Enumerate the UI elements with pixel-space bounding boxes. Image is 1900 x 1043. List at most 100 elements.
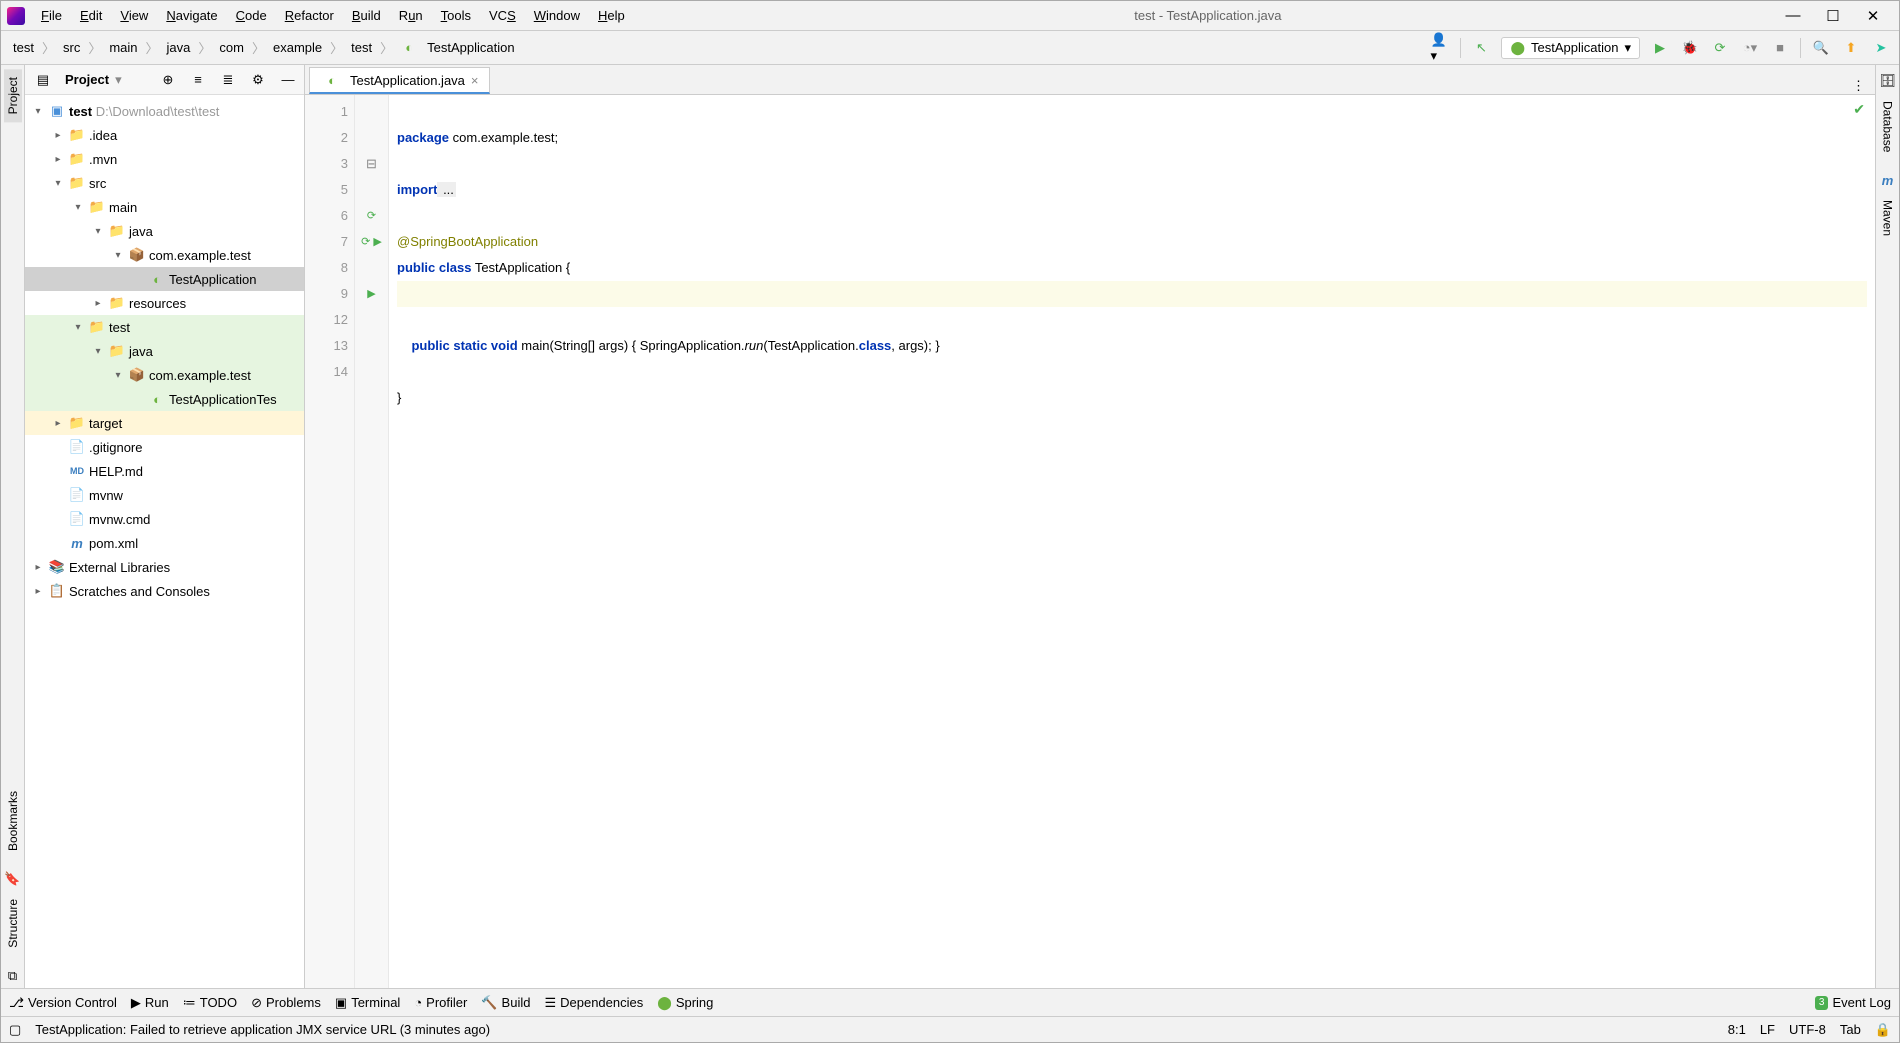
status-caret-pos[interactable]: 8:1 — [1728, 1022, 1746, 1037]
menu-navigate[interactable]: Navigate — [158, 4, 225, 27]
tree-pkg-test[interactable]: ▾📦com.example.test — [25, 363, 304, 387]
search-icon[interactable]: 🔍 — [1811, 38, 1831, 58]
tree-help[interactable]: MDHELP.md — [25, 459, 304, 483]
tree-main-class[interactable]: ◐TestApplication — [25, 267, 304, 291]
tree-scratches[interactable]: ▸📋Scratches and Consoles — [25, 579, 304, 603]
tree-root[interactable]: ▾▣ test D:\Download\test\test — [25, 99, 304, 123]
maximize-button[interactable]: ☐ — [1823, 6, 1843, 26]
maven-icon[interactable]: m — [1880, 172, 1896, 188]
menu-build[interactable]: Build — [344, 4, 389, 27]
tool-version-control[interactable]: ⎇Version Control — [9, 995, 117, 1011]
left-tab-project[interactable]: Project — [4, 69, 22, 122]
tool-todo[interactable]: ≔TODO — [183, 995, 237, 1011]
intellij-logo-icon — [7, 7, 25, 25]
menu-tools[interactable]: Tools — [433, 4, 479, 27]
left-tab-structure[interactable]: Structure — [4, 891, 22, 956]
tree-src[interactable]: ▾📁src — [25, 171, 304, 195]
crumb-example[interactable]: example — [269, 38, 326, 57]
status-line-sep[interactable]: LF — [1760, 1022, 1775, 1037]
tool-run[interactable]: ▶Run — [131, 995, 169, 1011]
tool-event-log[interactable]: 3 Event Log — [1815, 995, 1891, 1010]
menu-edit[interactable]: Edit — [72, 4, 110, 27]
tree-main[interactable]: ▾📁main — [25, 195, 304, 219]
select-open-file-icon[interactable]: ⊕ — [158, 70, 178, 90]
status-lock-icon[interactable]: 🔒 — [1875, 1022, 1891, 1038]
settings-icon[interactable]: ⚙ — [248, 70, 268, 90]
tree-ext-lib[interactable]: ▸📚External Libraries — [25, 555, 304, 579]
debug-button[interactable]: 🐞 — [1680, 38, 1700, 58]
menu-file[interactable]: File — [33, 4, 70, 27]
tree-gitignore[interactable]: 📄.gitignore — [25, 435, 304, 459]
tool-spring[interactable]: ⬤Spring — [657, 995, 713, 1011]
tool-profiler[interactable]: ◔Profiler — [414, 995, 467, 1010]
run-configuration-dropdown[interactable]: ⬤ TestApplication ▾ — [1501, 37, 1640, 59]
crumb-class[interactable]: TestApplication — [423, 38, 518, 57]
expand-all-icon[interactable]: ≡ — [188, 70, 208, 90]
tab-options-icon[interactable]: ⋮ — [1842, 78, 1875, 94]
menu-view[interactable]: View — [112, 4, 156, 27]
tree-main-java[interactable]: ▾📁java — [25, 219, 304, 243]
tool-build[interactable]: 🔨Build — [481, 995, 530, 1011]
editor-tabs: ◐ TestApplication.java × ⋮ — [305, 65, 1875, 95]
crumb-main[interactable]: main — [105, 38, 141, 57]
user-icon[interactable]: 👤▾ — [1430, 38, 1450, 58]
tree-target[interactable]: ▸📁target — [25, 411, 304, 435]
gutter-run-line-icon[interactable]: ▶ — [355, 281, 388, 307]
minimize-button[interactable]: — — [1783, 6, 1803, 26]
close-button[interactable]: ✕ — [1863, 6, 1883, 26]
tool-terminal[interactable]: ▣Terminal — [335, 995, 400, 1011]
back-icon[interactable]: ↖ — [1471, 38, 1491, 58]
coverage-button[interactable]: ⟳ — [1710, 38, 1730, 58]
crumb-java[interactable]: java — [163, 38, 195, 57]
tree-pkg-main[interactable]: ▾📦com.example.test — [25, 243, 304, 267]
tree-test-java[interactable]: ▾📁java — [25, 339, 304, 363]
crumb-test[interactable]: test — [9, 38, 38, 57]
status-encoding[interactable]: UTF-8 — [1789, 1022, 1826, 1037]
analysis-ok-icon[interactable]: ✔ — [1853, 101, 1865, 118]
code-editor[interactable]: 12356789121314 ⊟ ⟳ ⟳ ▶ ▶ package com.exa… — [305, 95, 1875, 988]
hide-icon[interactable]: — — [278, 70, 298, 90]
tool-problems[interactable]: ⊘Problems — [251, 995, 321, 1011]
status-indent[interactable]: Tab — [1840, 1022, 1861, 1037]
tree-test-class[interactable]: ◐TestApplicationTes — [25, 387, 304, 411]
menu-window[interactable]: Window — [526, 4, 588, 27]
tree-mvnw[interactable]: 📄mvnw — [25, 483, 304, 507]
project-dropdown-icon[interactable]: ▾ — [115, 72, 122, 88]
profile-button[interactable]: ◔▾ — [1740, 38, 1760, 58]
menu-run[interactable]: Run — [391, 4, 431, 27]
project-tree[interactable]: ▾▣ test D:\Download\test\test ▸📁.idea ▸📁… — [25, 95, 304, 988]
status-toggle-icon[interactable]: ▢ — [9, 1022, 21, 1038]
menu-help[interactable]: Help — [590, 4, 633, 27]
tree-resources[interactable]: ▸📁resources — [25, 291, 304, 315]
tree-idea[interactable]: ▸📁.idea — [25, 123, 304, 147]
right-tab-database[interactable]: Database — [1879, 93, 1897, 160]
crumb-test2[interactable]: test — [347, 38, 376, 57]
crumb-com[interactable]: com — [215, 38, 248, 57]
structure-icon[interactable]: ⧉ — [5, 968, 21, 984]
update-icon[interactable]: ⬆ — [1841, 38, 1861, 58]
run-config-label: TestApplication — [1531, 40, 1618, 55]
code-with-me-icon[interactable]: ➤ — [1871, 38, 1891, 58]
gutter-run-class-icon[interactable]: ⟳ — [355, 203, 388, 229]
bookmark-icon[interactable]: 🔖 — [5, 871, 21, 887]
stop-button[interactable]: ■ — [1770, 38, 1790, 58]
menu-refactor[interactable]: Refactor — [277, 4, 342, 27]
tree-pom[interactable]: mpom.xml — [25, 531, 304, 555]
tree-test[interactable]: ▾📁test — [25, 315, 304, 339]
close-tab-icon[interactable]: × — [471, 73, 479, 88]
tree-mvnwcmd[interactable]: 📄mvnw.cmd — [25, 507, 304, 531]
menu-code[interactable]: Code — [228, 4, 275, 27]
menu-vcs[interactable]: VCS — [481, 4, 524, 27]
gutter-run-main-icon[interactable]: ⟳ ▶ — [355, 229, 388, 255]
code-content[interactable]: package com.example.test; import ... @Sp… — [389, 95, 1875, 988]
tree-mvn[interactable]: ▸📁.mvn — [25, 147, 304, 171]
navigation-bar: test〉 src〉 main〉 java〉 com〉 example〉 tes… — [1, 31, 1899, 65]
editor-tab-active[interactable]: ◐ TestApplication.java × — [309, 67, 490, 94]
collapse-all-icon[interactable]: ≣ — [218, 70, 238, 90]
left-tab-bookmarks[interactable]: Bookmarks — [4, 783, 22, 859]
right-tab-maven[interactable]: Maven — [1879, 192, 1897, 244]
database-icon[interactable]: 🗄 — [1880, 73, 1896, 89]
tool-dependencies[interactable]: ☰Dependencies — [544, 995, 643, 1011]
crumb-src[interactable]: src — [59, 38, 84, 57]
run-button[interactable]: ▶ — [1650, 38, 1670, 58]
